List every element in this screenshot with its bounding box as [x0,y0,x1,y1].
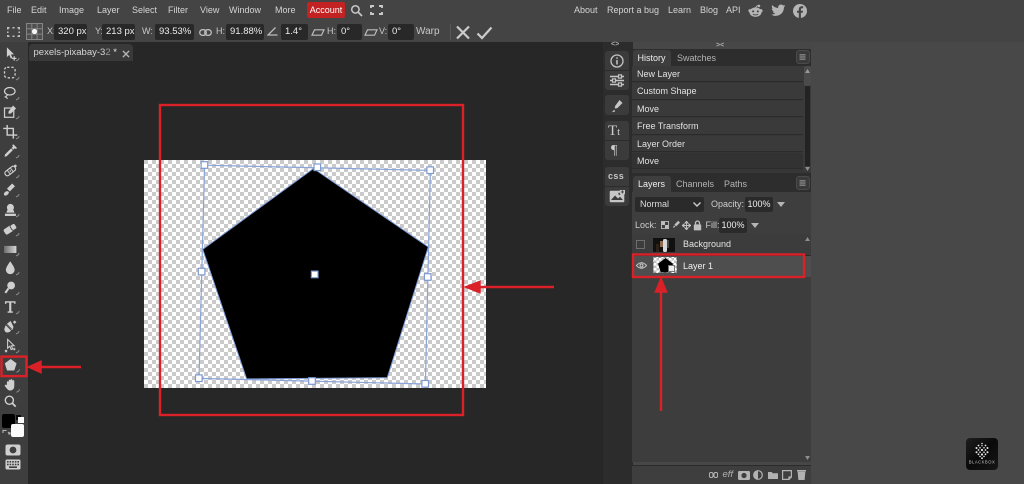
svg-text:BLACKBOX: BLACKBOX [969,460,996,465]
